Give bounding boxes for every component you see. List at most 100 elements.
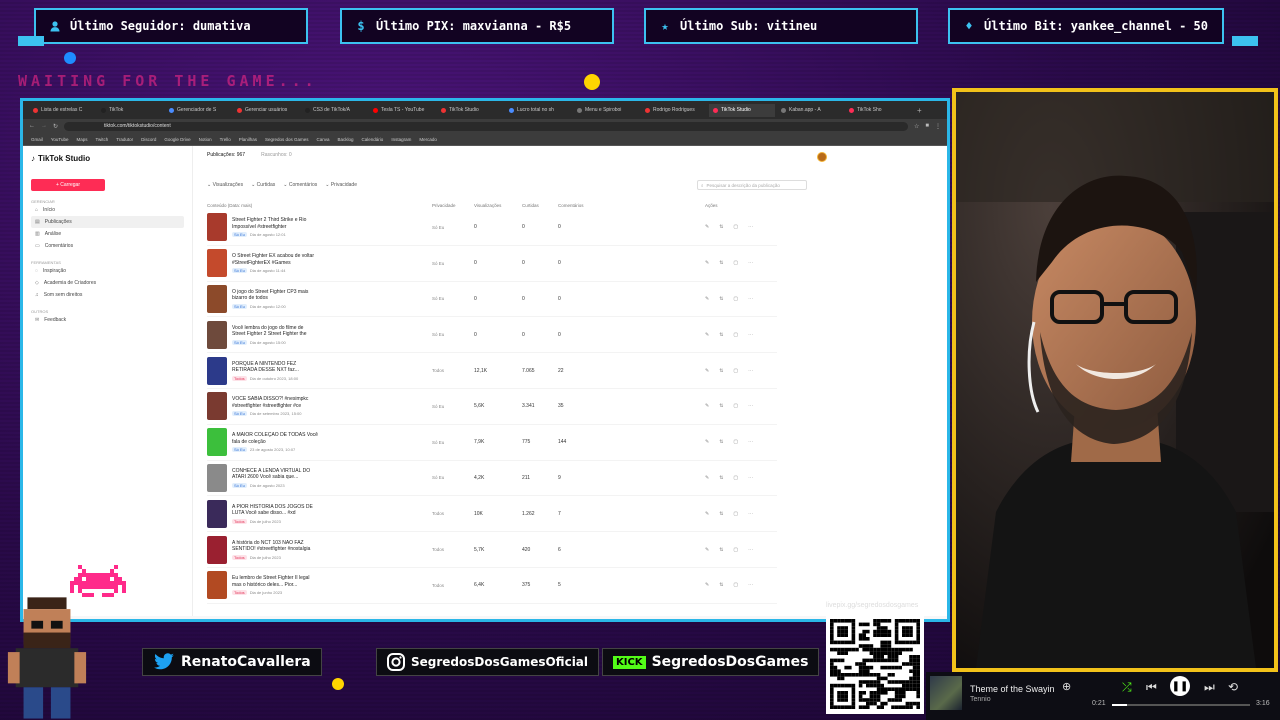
filter-privacy[interactable]: ⌄ Privacidade [325,182,357,188]
more-icon[interactable]: ⋯ [748,547,753,553]
comment-icon[interactable]: ▢ [733,475,738,481]
table-row[interactable]: Eu lembro de Street Fighter II legal mas… [207,568,777,604]
post-thumbnail[interactable] [207,392,227,421]
browser-tab[interactable]: TikTok [97,104,163,117]
filter-views[interactable]: ⌄ Visualizações [207,182,243,188]
repeat-icon[interactable]: ⟲ [1228,680,1238,694]
table-row[interactable]: A PIOR HISTÓRIA DOS JOGOS DE LUTA Você s… [207,496,777,533]
table-row[interactable]: Você lembra do jogo do filme de Street F… [207,317,777,354]
nav-comments[interactable]: ▭ Comentários [31,240,184,252]
forward-icon[interactable]: → [41,123,47,129]
table-row[interactable]: VOCÊ SABIA DISSO?! #nesimpkc #streetfigh… [207,389,777,425]
bookmark[interactable]: Canva [317,137,330,142]
filter-likes[interactable]: ⌄ Curtidas [251,182,275,188]
nav-inspiration[interactable]: ◌ Inspiração [31,265,184,277]
studio-logo[interactable]: ♪ TikTok Studio [31,154,184,163]
nav-posts[interactable]: ▤ Publicações [31,216,184,228]
tab-drafts[interactable]: Rascunhos: 0 [261,152,292,158]
column-header[interactable]: Curtidas [522,203,558,208]
nav-free-sounds[interactable]: ♫ Som sem direitos [31,289,184,301]
post-content[interactable]: CONHECE A LENDA VIRTUAL DO ATARI 2600 Vo… [207,463,432,492]
extensions-icon[interactable]: ■ [925,123,929,129]
edit-icon[interactable]: ✎ [705,439,709,445]
browser-tab-active[interactable]: TikTok Studio [709,103,775,117]
browser-tab[interactable]: CS3 de TikTok/A [301,104,367,117]
edit-icon[interactable]: ✎ [705,260,709,266]
pin-icon[interactable]: ⇅ [719,368,723,374]
pin-icon[interactable]: ⇅ [719,332,723,338]
privacy-select[interactable]: Todos [432,547,474,552]
edit-icon[interactable]: ✎ [705,332,709,338]
post-content[interactable]: A PIOR HISTÓRIA DOS JOGOS DE LUTA Você s… [207,499,432,528]
post-thumbnail[interactable] [207,571,227,600]
post-content[interactable]: Você lembra do jogo do filme de Street F… [207,320,432,349]
nav-feedback[interactable]: ✉ Feedback [31,314,184,326]
privacy-select[interactable]: Só Eu [432,440,474,445]
table-row[interactable]: Street Fighter 2 Third Strike e Rio Impo… [207,210,777,246]
comment-icon[interactable]: ▢ [733,368,738,374]
tab-posts[interactable]: Publicações: 967 [207,152,245,158]
pin-icon[interactable]: ⇅ [719,582,723,588]
privacy-select[interactable]: Só Eu [432,475,474,480]
browser-tab[interactable]: TikTok Studio [437,104,503,117]
bookmark[interactable]: Tradutor [116,137,133,142]
privacy-select[interactable]: Todos [432,368,474,373]
post-thumbnail[interactable] [207,249,227,278]
back-icon[interactable]: ← [29,123,35,129]
bookmark[interactable]: Google Drive [164,137,190,142]
post-thumbnail[interactable] [207,356,227,385]
edit-icon[interactable]: ✎ [705,224,709,230]
pin-icon[interactable]: ⇅ [719,439,723,445]
edit-icon[interactable]: ✎ [705,403,709,409]
comment-icon[interactable]: ▢ [733,260,738,266]
edit-icon[interactable]: ✎ [705,511,709,517]
edit-icon[interactable]: ✎ [705,296,709,302]
post-search-input[interactable]: ⌕ Pesquisar a descrição da publicação [697,180,807,190]
bookmark[interactable]: Backlog [338,137,354,142]
column-header[interactable]: Privacidade [432,203,474,208]
bookmark[interactable]: Mercado [419,137,437,142]
more-icon[interactable]: ⋯ [748,582,753,588]
more-icon[interactable]: ⋯ [748,332,753,338]
post-content[interactable]: A MAIOR COLEÇÃO DE TODAS Você fala de co… [207,428,432,457]
post-content[interactable]: Street Fighter 2 Third Strike e Rio Impo… [207,213,432,242]
post-content[interactable]: PORQUE A NINTENDO FEZ RETIRADA DESSE NXT… [207,356,432,385]
new-tab-button[interactable]: + [913,104,927,117]
bookmark[interactable]: Instagram [391,137,411,142]
edit-icon[interactable]: ✎ [705,582,709,588]
post-content[interactable]: A história do NCT 103 NÃO FAZ SENTIDO! #… [207,535,432,564]
table-row[interactable]: O jogo do Street Fighter CP3 mais bizarr… [207,282,777,318]
more-icon[interactable]: ⋯ [748,511,753,517]
more-icon[interactable]: ⋯ [748,475,753,481]
bookmark[interactable]: Trello [220,137,231,142]
shuffle-icon[interactable]: ⤮ [1122,680,1132,695]
more-icon[interactable]: ⋯ [748,403,753,409]
pin-icon[interactable]: ⇅ [719,403,723,409]
pause-button[interactable]: ❚❚ [1170,676,1190,696]
browser-tab[interactable]: Lista de estrelas C [29,104,95,117]
bookmark[interactable]: Planilhas [239,137,257,142]
post-thumbnail[interactable] [207,213,227,242]
browser-tab[interactable]: Menu e Spiroboi [573,104,639,117]
bookmark[interactable]: Notion [199,137,212,142]
privacy-select[interactable]: Só Eu [432,261,474,266]
pin-icon[interactable]: ⇅ [719,296,723,302]
url-field[interactable]: tiktok.com/tiktokstudio/content [64,121,908,131]
pin-icon[interactable]: ⇅ [719,260,723,266]
pin-icon[interactable]: ⇅ [719,547,723,553]
post-thumbnail[interactable] [207,320,227,349]
filter-comments[interactable]: ⌄ Comentários [283,182,317,188]
pin-icon[interactable]: ⇅ [719,511,723,517]
post-content[interactable]: O Street Fighter EX acabou de voltar #St… [207,249,432,278]
table-row[interactable]: PORQUE A NINTENDO FEZ RETIRADA DESSE NXT… [207,353,777,389]
privacy-select[interactable]: Só Eu [432,332,474,337]
column-header[interactable]: Comentários [558,203,606,208]
bookmark[interactable]: Maps [76,137,87,142]
browser-tab[interactable]: Tesla TS - YouTube [369,104,435,117]
post-content[interactable]: Eu lembro de Street Fighter II legal mas… [207,571,432,600]
more-icon[interactable]: ⋯ [748,439,753,445]
pin-icon[interactable]: ⇅ [719,224,723,230]
table-row[interactable]: CONHECE A LENDA VIRTUAL DO ATARI 2600 Vo… [207,461,777,497]
post-thumbnail[interactable] [207,535,227,564]
profile-avatar[interactable] [817,152,827,162]
